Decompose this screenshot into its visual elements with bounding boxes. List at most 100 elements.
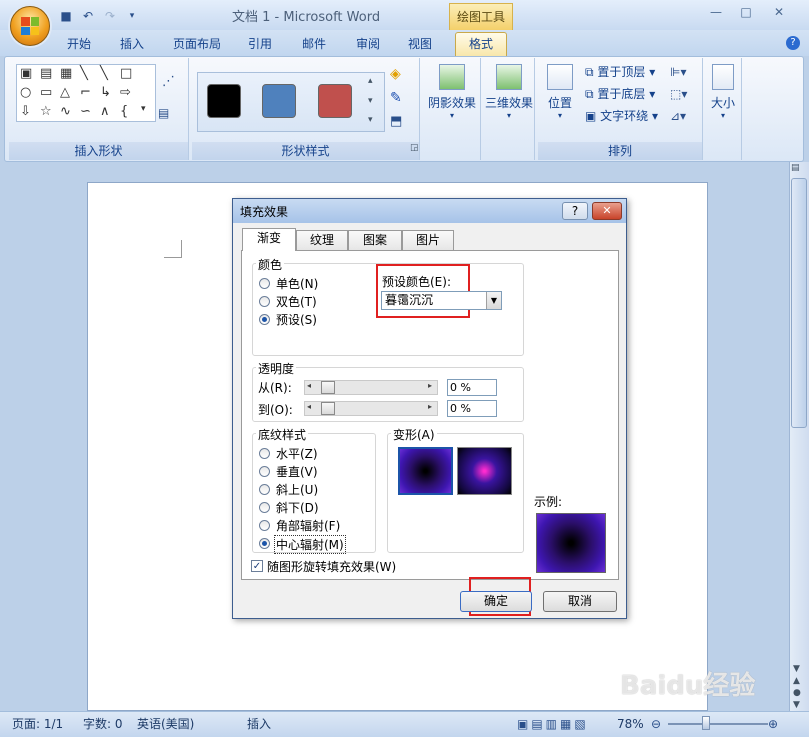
rotate-fill-checkbox[interactable]: ✓ (251, 560, 263, 572)
slider-left-icon[interactable]: ◂ (307, 381, 311, 390)
right-arrow-icon[interactable]: ⇨ (120, 85, 131, 100)
view-buttons-icon[interactable]: ▣▤▥▦▧ (517, 715, 589, 733)
variant-2[interactable] (457, 447, 512, 495)
position-button[interactable]: 位置 ▾ (542, 64, 578, 120)
dialog-help-button[interactable]: ? (562, 202, 588, 220)
tab-home[interactable]: 开始 (62, 34, 96, 56)
radio-horizontal[interactable] (259, 448, 270, 459)
tab-pattern[interactable]: 图案 (348, 230, 402, 250)
style-swatch-black[interactable] (207, 84, 241, 118)
cancel-button[interactable]: 取消 (543, 591, 617, 612)
change-shape-icon[interactable]: ⬒ (390, 114, 402, 129)
preset-colors-select[interactable]: 暮霭沉沉 (381, 291, 502, 310)
group-objects-icon[interactable]: ⬚▾ (670, 84, 687, 104)
zoom-out-icon[interactable]: ⊖ (651, 715, 661, 733)
send-to-back-button[interactable]: ⧉ 置于底层 ▾ (585, 84, 655, 104)
tab-format[interactable]: 格式 (455, 32, 507, 57)
style-scroll-up-icon[interactable]: ▴ (368, 76, 373, 86)
to-spin[interactable]: 0 % (447, 400, 497, 417)
tab-insert[interactable]: 插入 (115, 34, 149, 56)
3d-effects-button[interactable]: 三维效果 ▾ (483, 64, 535, 120)
help-icon[interactable]: ? (786, 36, 800, 50)
tab-references[interactable]: 引用 (243, 34, 277, 56)
variant-1[interactable] (398, 447, 453, 495)
radio-diagonal-up[interactable] (259, 484, 270, 495)
gallery-more-icon[interactable]: ▾ (141, 104, 146, 114)
close-icon[interactable]: ✕ (770, 5, 788, 21)
zoom-in-icon[interactable]: ⊕ (768, 715, 778, 733)
from-spin[interactable]: 0 % (447, 379, 497, 396)
tab-review[interactable]: 审阅 (351, 34, 385, 56)
text-wrap-button[interactable]: ▣ 文字环绕 ▾ (585, 106, 658, 126)
slider-left-icon[interactable]: ◂ (307, 402, 311, 411)
brace-icon[interactable]: { (120, 104, 128, 119)
shadow-effects-button[interactable]: 阴影效果 ▾ (426, 64, 478, 120)
triangle-icon[interactable]: △ (60, 85, 70, 100)
rotate-icon[interactable]: ⊿▾ (670, 106, 686, 126)
status-insert-mode[interactable]: 插入 (247, 715, 271, 733)
radio-preset[interactable] (259, 314, 270, 325)
status-words[interactable]: 字数: 0 (83, 715, 123, 733)
slider-right-icon[interactable]: ▸ (428, 381, 432, 390)
tab-texture[interactable]: 纹理 (296, 230, 348, 250)
customize-qat-icon[interactable]: ▾ (124, 9, 140, 23)
size-button[interactable]: 大小 ▾ (706, 64, 740, 120)
scroll-down-icon[interactable]: ▼ (793, 664, 800, 674)
oval-icon[interactable]: ○ (20, 85, 31, 100)
status-page[interactable]: 页面: 1/1 (12, 715, 63, 733)
radio-vertical[interactable] (259, 466, 270, 477)
ruler-toggle-icon[interactable]: ▤ (791, 163, 800, 173)
scribble-icon[interactable]: ∧ (100, 104, 110, 119)
edit-shape-icon[interactable]: ⋰ (162, 74, 175, 89)
minimize-icon[interactable]: — (707, 5, 725, 21)
rect-icon[interactable]: □ (120, 66, 132, 81)
outline-pen-icon[interactable]: ✎ (390, 90, 402, 106)
zoom-slider[interactable] (668, 723, 768, 725)
rounded-rect-icon[interactable]: ▭ (40, 85, 52, 100)
radio-from-corner[interactable] (259, 520, 270, 531)
from-slider-thumb[interactable] (321, 381, 335, 394)
redo-icon[interactable]: ↷ (102, 9, 118, 23)
zoom-level[interactable]: 78% (617, 715, 644, 733)
scroll-thumb[interactable] (791, 178, 807, 428)
radio-diagonal-down[interactable] (259, 502, 270, 513)
fill-bucket-icon[interactable]: ◈ (390, 66, 401, 82)
office-button[interactable] (10, 6, 50, 46)
status-language[interactable]: 英语(美国) (137, 715, 194, 733)
style-more-icon[interactable]: ▾ (368, 115, 373, 125)
curve-icon[interactable]: ∽ (80, 104, 91, 119)
textbox-icon[interactable]: ▣ (20, 66, 32, 81)
connector-icon[interactable]: ⌐ (80, 85, 91, 100)
zoom-slider-thumb[interactable] (702, 716, 710, 730)
select-browse-icon[interactable]: ● (793, 688, 801, 698)
bring-to-front-button[interactable]: ⧉ 置于顶层 ▾ (585, 62, 655, 82)
radio-from-center[interactable] (259, 538, 270, 549)
style-scroll-down-icon[interactable]: ▾ (368, 96, 373, 106)
to-slider-thumb[interactable] (321, 402, 335, 415)
freeform-icon[interactable]: ∿ (60, 104, 71, 119)
tab-page-layout[interactable]: 页面布局 (168, 34, 226, 56)
textbox-a-icon[interactable]: ▤ (40, 66, 52, 81)
tab-picture[interactable]: 图片 (402, 230, 454, 250)
shape-gallery[interactable]: ▣ ▤ ▦ ╲ ╲ □ ○ ▭ △ ⌐ ↳ ⇨ ⇩ ☆ ∿ ∽ ∧ { ▾ (16, 64, 156, 122)
undo-icon[interactable]: ↶ (80, 9, 96, 23)
slider-right-icon[interactable]: ▸ (428, 402, 432, 411)
dialog-close-button[interactable]: ✕ (592, 202, 622, 220)
radio-one-color[interactable] (259, 278, 270, 289)
prev-page-icon[interactable]: ▲ (793, 676, 800, 686)
tab-mailings[interactable]: 邮件 (297, 34, 331, 56)
style-swatch-blue[interactable] (262, 84, 296, 118)
save-icon[interactable]: ■ (58, 9, 74, 23)
elbow-icon[interactable]: ↳ (100, 85, 111, 100)
tab-view[interactable]: 视图 (403, 34, 437, 56)
draw-textbox-icon[interactable]: ▤ (158, 106, 169, 120)
down-arrow-icon[interactable]: ⇩ (20, 104, 31, 119)
line-icon[interactable]: ╲ (80, 66, 88, 81)
tab-gradient[interactable]: 渐变 (242, 228, 296, 251)
maximize-icon[interactable]: □ (737, 5, 755, 21)
dialog-launcher-icon[interactable]: ◲ (410, 143, 419, 153)
align-icon[interactable]: ⊫▾ (670, 62, 686, 82)
chevron-down-icon[interactable]: ▼ (486, 292, 501, 309)
radio-two-colors[interactable] (259, 296, 270, 307)
star-icon[interactable]: ☆ (40, 104, 52, 119)
